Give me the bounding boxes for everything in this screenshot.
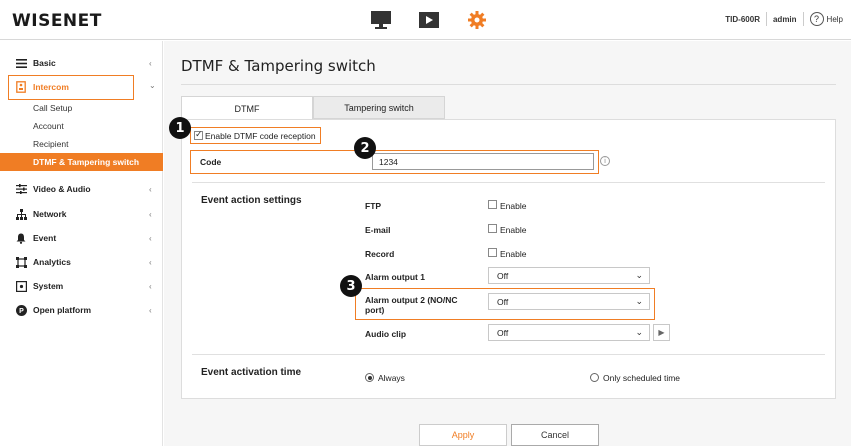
sidebar-item-network[interactable]: Network ‹ bbox=[0, 204, 163, 224]
alarm-output-2-select[interactable]: Off ⌄ bbox=[488, 293, 650, 310]
ftp-label: FTP bbox=[365, 201, 382, 211]
chevron-left-icon: ‹ bbox=[149, 233, 152, 243]
sidebar-item-label: Event bbox=[33, 233, 57, 243]
page-title: DTMF & Tampering switch bbox=[181, 57, 376, 75]
scheduled-label: Only scheduled time bbox=[603, 373, 681, 383]
main-content: DTMF & Tampering switch DTMF Tampering s… bbox=[164, 41, 851, 446]
sidebar-item-label: Open platform bbox=[33, 305, 92, 315]
always-radio[interactable] bbox=[365, 373, 374, 382]
sidebar-subitem-call-setup[interactable]: Call Setup bbox=[0, 99, 163, 116]
sidebar-item-video-audio[interactable]: Video & Audio ‹ bbox=[0, 179, 163, 199]
scheduled-radio[interactable] bbox=[590, 373, 599, 382]
chevron-left-icon: ‹ bbox=[149, 305, 152, 315]
ftp-enable-label: Enable bbox=[500, 201, 527, 211]
code-label: Code bbox=[200, 157, 222, 167]
apply-button[interactable]: Apply bbox=[419, 424, 507, 446]
monitor-icon[interactable] bbox=[370, 10, 392, 30]
alarm-output-1-label: Alarm output 1 bbox=[365, 272, 425, 282]
select-value: Off bbox=[497, 296, 509, 307]
tab-dtmf[interactable]: DTMF bbox=[181, 96, 313, 120]
top-bar: WISENET TID-600R admin ? Help bbox=[0, 0, 851, 40]
enable-dtmf-checkbox[interactable] bbox=[194, 129, 203, 140]
user-name[interactable]: admin bbox=[773, 15, 797, 24]
chevron-left-icon: ‹ bbox=[149, 209, 152, 219]
bell-icon bbox=[15, 232, 27, 244]
help-icon[interactable]: ? bbox=[809, 12, 824, 26]
event-action-settings-title: Event action settings bbox=[201, 195, 302, 206]
divider bbox=[192, 354, 825, 355]
audio-clip-label: Audio clip bbox=[365, 329, 407, 339]
sidebar-item-basic[interactable]: Basic ‹ bbox=[0, 53, 163, 73]
event-activation-time-title: Event activation time bbox=[201, 367, 302, 378]
record-label: Record bbox=[365, 249, 395, 259]
model-name: TID-600R bbox=[725, 14, 760, 24]
callout-badge-2: 2 bbox=[354, 137, 376, 159]
chevron-left-icon: ‹ bbox=[149, 257, 152, 267]
wisenet-logo: WISENET bbox=[12, 11, 102, 31]
sidebar-subitem-recipient[interactable]: Recipient bbox=[0, 135, 163, 152]
chevron-left-icon: ‹ bbox=[149, 184, 152, 194]
tab-tampering-switch[interactable]: Tampering switch bbox=[313, 96, 445, 119]
sidebar-item-open-platform[interactable]: P Open platform ‹ bbox=[0, 300, 163, 320]
help-link[interactable]: Help bbox=[827, 15, 843, 24]
audio-clip-select[interactable]: Off ⌄ bbox=[488, 324, 650, 341]
playback-icon[interactable] bbox=[418, 10, 440, 30]
sidebar-item-system[interactable]: System ‹ bbox=[0, 276, 163, 296]
sidebar: Basic ‹ Intercom ⌄ Call Setup Account Re… bbox=[0, 41, 163, 446]
divider bbox=[765, 12, 767, 26]
alarm-output-1-select[interactable]: Off ⌄ bbox=[488, 267, 650, 284]
sidebar-item-analytics[interactable]: Analytics ‹ bbox=[0, 252, 163, 272]
sidebar-item-label: Network bbox=[33, 209, 67, 219]
alarm-output-2-label: Alarm output 2 (NO/NC port) bbox=[365, 295, 458, 315]
email-enable-checkbox[interactable] bbox=[488, 224, 497, 233]
chevron-down-icon: ⌄ bbox=[149, 81, 156, 90]
select-value: Off bbox=[497, 327, 509, 338]
sidebar-item-label: Analytics bbox=[33, 257, 71, 267]
settings-panel: Enable DTMF code reception Code 1234 i E… bbox=[181, 119, 836, 399]
always-label: Always bbox=[378, 373, 405, 383]
sidebar-item-label: Video & Audio bbox=[33, 184, 91, 194]
ftp-enable-checkbox[interactable] bbox=[488, 200, 497, 209]
sidebar-item-event[interactable]: Event ‹ bbox=[0, 228, 163, 248]
header-right: TID-600R admin ? Help bbox=[725, 12, 843, 26]
system-icon bbox=[15, 280, 27, 292]
divider bbox=[181, 84, 836, 85]
callout-badge-1: 1 bbox=[169, 117, 191, 139]
chevron-left-icon: ‹ bbox=[149, 281, 152, 291]
record-enable-label: Enable bbox=[500, 249, 527, 259]
select-value: Off bbox=[497, 270, 509, 281]
intercom-highlight-box bbox=[8, 75, 134, 100]
chevron-down-icon: ⌄ bbox=[635, 296, 643, 306]
info-icon[interactable]: i bbox=[600, 156, 610, 166]
list-icon bbox=[15, 57, 27, 69]
sidebar-subitem-account[interactable]: Account bbox=[0, 117, 163, 134]
sidebar-item-label: Basic bbox=[33, 58, 56, 68]
cancel-button[interactable]: Cancel bbox=[511, 424, 599, 446]
sidebar-item-label: System bbox=[33, 281, 64, 291]
divider bbox=[192, 182, 825, 183]
analytics-icon bbox=[15, 256, 27, 268]
callout-badge-3: 3 bbox=[340, 275, 362, 297]
code-input[interactable]: 1234 bbox=[372, 153, 594, 170]
settings-gear-icon[interactable] bbox=[466, 10, 488, 30]
email-label: E-mail bbox=[365, 225, 391, 235]
record-enable-checkbox[interactable] bbox=[488, 248, 497, 257]
enable-dtmf-label: Enable DTMF code reception bbox=[205, 131, 316, 141]
network-icon bbox=[15, 208, 27, 220]
open-platform-icon: P bbox=[15, 304, 27, 316]
svg-text:P: P bbox=[19, 308, 24, 315]
sidebar-subitem-dtmf-tampering[interactable]: DTMF & Tampering switch bbox=[0, 153, 163, 171]
sliders-icon bbox=[15, 183, 27, 195]
chevron-down-icon: ⌄ bbox=[635, 327, 643, 337]
play-icon[interactable]: ▶ bbox=[653, 324, 670, 341]
divider bbox=[802, 12, 804, 26]
chevron-left-icon: ‹ bbox=[149, 58, 152, 68]
email-enable-label: Enable bbox=[500, 225, 527, 235]
chevron-down-icon: ⌄ bbox=[635, 270, 643, 280]
